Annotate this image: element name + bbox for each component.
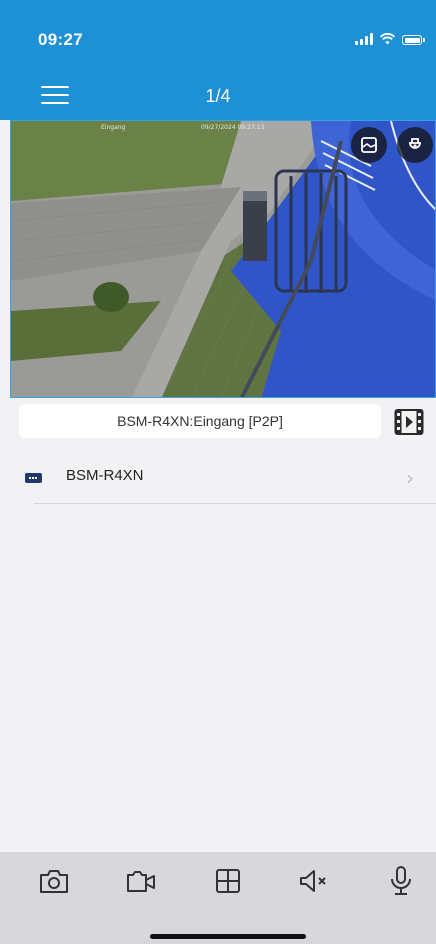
svg-text:09/27/2024 09:27:13: 09/27/2024 09:27:13 xyxy=(201,124,265,131)
home-indicator[interactable] xyxy=(150,934,306,939)
page-indicator: 1/4 xyxy=(205,86,231,106)
status-icons xyxy=(355,33,425,45)
bottom-toolbar xyxy=(0,852,436,944)
channel-name-bar[interactable]: BSM-R4XN:Eingang [P2P] xyxy=(19,404,381,438)
microphone-icon[interactable] xyxy=(383,864,419,898)
nvr-device-icon xyxy=(25,473,42,483)
image-adjust-icon[interactable] xyxy=(351,127,387,163)
top-bar: 09:27 1/4 xyxy=(0,0,436,120)
speaker-muted-icon[interactable] xyxy=(296,864,332,898)
battery-icon xyxy=(402,35,425,45)
cellular-signal-icon xyxy=(355,33,373,45)
wifi-icon xyxy=(380,33,395,45)
svg-text:Eingang: Eingang xyxy=(101,124,126,131)
camera-snapshot-icon[interactable] xyxy=(36,864,72,898)
list-item[interactable]: BSM-R4XN › xyxy=(0,448,436,504)
status-time: 09:27 xyxy=(38,30,83,49)
ptz-camera-icon[interactable] xyxy=(397,127,433,163)
live-video-view[interactable]: Eingang 09/27/2024 09:27:13 xyxy=(10,120,436,398)
device-list: BSM-R4XN › xyxy=(0,448,436,504)
grid-layout-icon[interactable] xyxy=(210,864,246,898)
video-record-icon[interactable] xyxy=(123,864,159,898)
list-divider xyxy=(34,503,436,504)
app-screen: 09:27 1/4 Eingang 09/27/2024 09:27:13 BS… xyxy=(0,0,436,944)
device-name: BSM-R4XN xyxy=(66,467,144,484)
chevron-right-icon: › xyxy=(406,466,414,490)
channel-name: BSM-R4XN:Eingang [P2P] xyxy=(117,413,283,429)
video-playback-icon[interactable] xyxy=(394,408,424,436)
